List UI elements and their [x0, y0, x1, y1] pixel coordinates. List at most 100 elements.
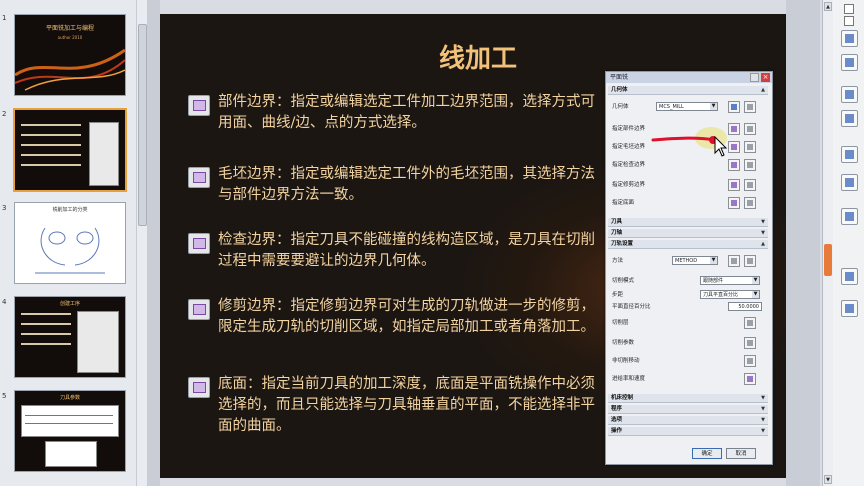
blank-boundary-icon: [188, 167, 210, 188]
trim-boundary-row: 指定修剪边界: [612, 178, 762, 192]
non-cut-moves-icon[interactable]: [744, 355, 756, 367]
cut-pattern-select[interactable]: 跟随部件 ▼: [700, 276, 760, 285]
display-icon[interactable]: [744, 141, 756, 153]
row-label: 切削参数: [612, 340, 635, 346]
chevron-down-icon: ▼: [761, 417, 765, 423]
thumb-text-line: [21, 124, 81, 126]
slide-thumbnail-4[interactable]: 创建工序: [14, 296, 126, 378]
thumbnail-scrollbar[interactable]: [136, 0, 147, 486]
dropdown-arrow-icon: ▼: [710, 257, 717, 264]
stepover-select[interactable]: 刀具平直百分比 ▼: [700, 290, 760, 299]
layout-tool-icon[interactable]: [841, 268, 858, 285]
percent-input[interactable]: 50.0000: [728, 302, 762, 311]
chevron-down-icon: ▼: [761, 219, 765, 225]
camera-icon[interactable]: [841, 30, 858, 47]
row-label: 切削层: [612, 320, 629, 326]
scrollbar-thumb[interactable]: [824, 244, 832, 276]
color-tool-icon[interactable]: [841, 110, 858, 127]
slide-thumbnail-panel: 1 平面铣加工与编程 author 2010 2 3 铣削加工的分类 4 创建工…: [0, 0, 137, 486]
display-icon[interactable]: [744, 123, 756, 135]
text-tool-icon[interactable]: [841, 300, 858, 317]
media-tool-icon[interactable]: [841, 146, 858, 163]
thumb-text-line: [21, 323, 71, 325]
ok-button[interactable]: 确定: [692, 448, 722, 459]
trim-boundary-icon: [188, 299, 210, 320]
display-icon[interactable]: [744, 179, 756, 191]
cancel-button[interactable]: 取消: [726, 448, 756, 459]
scroll-down-icon[interactable]: ▼: [824, 475, 832, 484]
edit-geometry-icon[interactable]: [744, 101, 756, 113]
bullet-text: 底面：指定当前刀具的加工深度，底面是平面铣操作中必须选择的，而且只能选择与刀具轴…: [218, 376, 595, 434]
section-label: 机床控制: [611, 395, 634, 401]
chevron-up-icon: ▲: [761, 241, 765, 247]
chart-tool-icon[interactable]: [841, 174, 858, 191]
slide-number-5: 5: [2, 392, 7, 400]
bullet-check-boundary: 检查边界：指定刀具不能碰撞的线构造区域，是刀具在切削过程中需要要避让的边界几何体…: [188, 230, 598, 276]
close-icon[interactable]: ×: [761, 73, 770, 82]
bullet-text: 部件边界：指定或编辑选定工件加工边界范围，选择方式可用面、曲线/边、点的方式选择…: [218, 94, 595, 131]
section-actions[interactable]: 操作 ▼: [608, 427, 768, 436]
select-blank-boundary-icon[interactable]: [728, 141, 740, 153]
cut-levels-row: 切削层: [612, 316, 762, 330]
display-icon[interactable]: [744, 197, 756, 209]
checkbox-icon[interactable]: [844, 4, 854, 14]
row-label: 指定部件边界: [612, 126, 646, 132]
section-options[interactable]: 选项 ▼: [608, 416, 768, 425]
bullet-trim-boundary: 修剪边界：指定修剪边界可对生成的刀轨做进一步的修剪，限定生成刀轨的切削区域，如指…: [188, 296, 598, 362]
reset-icon[interactable]: [750, 73, 759, 82]
cut-params-icon[interactable]: [744, 337, 756, 349]
select-check-boundary-icon[interactable]: [728, 159, 740, 171]
method-select[interactable]: METHOD ▼: [672, 256, 718, 265]
section-machine-control[interactable]: 机床控制 ▼: [608, 394, 768, 403]
check-boundary-icon: [188, 233, 210, 254]
section-geometry[interactable]: 几何体 ▲: [608, 86, 768, 95]
thumb-text-line: [21, 144, 81, 146]
slide-thumbnail-2[interactable]: [13, 108, 127, 192]
non-cut-moves-row: 非切削移动: [612, 354, 762, 368]
slide-thumbnail-3[interactable]: 铣削加工的分类: [14, 202, 126, 284]
section-program[interactable]: 程序 ▼: [608, 405, 768, 414]
bullet-text: 修剪边界：指定修剪边界可对生成的刀轨做进一步的修剪，限定生成刀轨的切削区域，如指…: [218, 298, 595, 335]
feeds-speeds-icon[interactable]: [744, 373, 756, 385]
edit-method-icon[interactable]: [744, 255, 756, 267]
section-tool-axis[interactable]: 刀轴 ▼: [608, 229, 768, 238]
section-label: 刀具: [611, 219, 623, 225]
section-path-settings[interactable]: 刀轨设置 ▲: [608, 240, 768, 249]
row-label: 非切削移动: [612, 358, 640, 364]
display-icon[interactable]: [744, 159, 756, 171]
slide-thumbnail-1[interactable]: 平面铣加工与编程 author 2010: [14, 14, 126, 96]
cut-levels-icon[interactable]: [744, 317, 756, 329]
row-label: 指定修剪边界: [612, 182, 646, 188]
scrollbar-thumb[interactable]: [138, 24, 147, 226]
bullet-text: 毛坯边界：指定或编辑选定工件外的毛坯范围，其选择方法与部件边界方法一致。: [218, 166, 595, 203]
check-boundary-row: 指定检查边界: [612, 158, 762, 172]
dropdown-arrow-icon: ▼: [710, 103, 717, 110]
select-value: 刀具平直百分比: [703, 292, 739, 298]
select-floor-icon[interactable]: [728, 197, 740, 209]
scroll-up-icon[interactable]: ▲: [824, 2, 832, 11]
thumb-dialog-image: [89, 122, 119, 186]
slide-number-2: 2: [2, 110, 7, 118]
section-label: 操作: [611, 428, 623, 434]
dropdown-arrow-icon: ▼: [752, 277, 759, 284]
table-tool-icon[interactable]: [841, 208, 858, 225]
select-value: MCS_MILL: [659, 104, 684, 110]
picture-tool-icon[interactable]: [841, 86, 858, 103]
section-tool[interactable]: 刀具 ▼: [608, 218, 768, 227]
new-geometry-icon[interactable]: [728, 101, 740, 113]
slide-thumbnail-5[interactable]: 刀具参数: [14, 390, 126, 472]
new-method-icon[interactable]: [728, 255, 740, 267]
row-label: 几何体: [612, 104, 629, 110]
select-trim-boundary-icon[interactable]: [728, 179, 740, 191]
thumb-text-line: [21, 333, 71, 335]
row-label: 进给率和速度: [612, 376, 646, 382]
chevron-up-icon: ▲: [761, 87, 765, 93]
shape-tool-icon[interactable]: [841, 54, 858, 71]
geometry-select[interactable]: MCS_MILL ▼: [656, 102, 718, 111]
checkbox-icon[interactable]: [844, 16, 854, 26]
row-label: 平面直径百分比: [612, 304, 651, 310]
thumb-table-image: [21, 405, 119, 437]
percent-row: 平面直径百分比 50.0000: [612, 300, 762, 314]
chevron-down-icon: ▼: [761, 395, 765, 401]
select-part-boundary-icon[interactable]: [728, 123, 740, 135]
